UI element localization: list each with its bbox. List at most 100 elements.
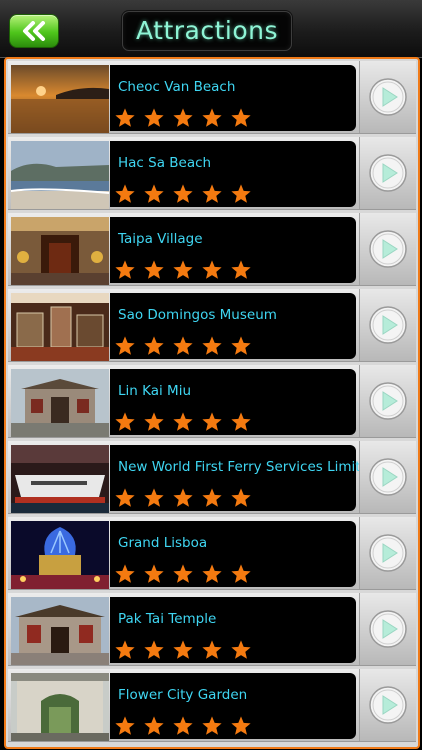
star-icon — [144, 336, 164, 355]
star-icon — [115, 488, 135, 507]
star-icon — [144, 640, 164, 659]
star-icon — [173, 108, 193, 127]
rating-stars — [114, 107, 259, 129]
play-arrow-icon[interactable] — [369, 306, 407, 344]
star-icon — [202, 640, 222, 659]
rating-stars — [114, 259, 259, 281]
attraction-name: Cheoc Van Beach — [118, 79, 236, 95]
item-info: Hac Sa Beach — [110, 141, 356, 207]
attraction-photo — [11, 521, 109, 589]
item-info: Flower City Garden — [110, 673, 356, 739]
star-icon — [231, 184, 251, 203]
list-item[interactable]: Sao Domingos Museum — [8, 289, 416, 362]
rating-stars — [114, 715, 259, 737]
item-info: New World First Ferry Services Limited — [110, 445, 377, 511]
item-info: Sao Domingos Museum — [110, 293, 356, 359]
item-info: Lin Kai Miu — [110, 369, 356, 435]
attraction-photo — [11, 369, 109, 437]
rating-stars — [114, 639, 259, 661]
star-icon — [202, 412, 222, 431]
star-icon — [144, 108, 164, 127]
play-arrow-icon[interactable] — [369, 78, 407, 116]
star-icon — [173, 336, 193, 355]
attraction-name: Sao Domingos Museum — [118, 307, 277, 323]
attraction-name: Grand Lisboa — [118, 535, 208, 551]
star-icon — [173, 716, 193, 735]
star-icon — [202, 336, 222, 355]
attraction-photo — [11, 217, 109, 285]
star-icon — [115, 716, 135, 735]
rating-stars — [114, 411, 259, 433]
item-info: Cheoc Van Beach — [110, 65, 356, 131]
play-arrow-icon[interactable] — [369, 154, 407, 192]
star-icon — [115, 260, 135, 279]
list-item[interactable]: Pak Tai Temple — [8, 593, 416, 666]
attraction-photo — [11, 65, 109, 133]
attraction-name: Taipa Village — [118, 231, 203, 247]
attraction-photo — [11, 293, 109, 361]
attraction-name: Lin Kai Miu — [118, 383, 192, 399]
attraction-photo — [11, 597, 109, 665]
rating-stars — [114, 487, 259, 509]
star-icon — [115, 108, 135, 127]
star-icon — [144, 488, 164, 507]
list-item[interactable]: Cheoc Van Beach — [8, 61, 416, 134]
play-arrow-icon[interactable] — [369, 382, 407, 420]
detail-cell — [359, 61, 416, 133]
play-arrow-icon[interactable] — [369, 458, 407, 496]
star-icon — [202, 716, 222, 735]
attraction-photo — [11, 673, 109, 741]
star-icon — [231, 640, 251, 659]
star-icon — [115, 412, 135, 431]
star-icon — [173, 260, 193, 279]
attractions-list[interactable]: Cheoc Van Beach Hac Sa Beach Taipa Villa… — [4, 57, 420, 749]
title-box: Attractions — [122, 11, 292, 51]
detail-cell — [359, 441, 416, 513]
star-icon — [231, 716, 251, 735]
list-item[interactable]: Hac Sa Beach — [8, 137, 416, 210]
star-icon — [231, 336, 251, 355]
attraction-name: Pak Tai Temple — [118, 611, 217, 627]
star-icon — [202, 108, 222, 127]
back-button[interactable] — [9, 14, 59, 48]
detail-cell — [359, 517, 416, 589]
list-item[interactable]: Flower City Garden — [8, 669, 416, 742]
rating-stars — [114, 183, 259, 205]
star-icon — [144, 412, 164, 431]
star-icon — [173, 488, 193, 507]
list-item[interactable]: New World First Ferry Services Limited — [8, 441, 416, 514]
rating-stars — [114, 335, 259, 357]
play-arrow-icon[interactable] — [369, 610, 407, 648]
star-icon — [144, 260, 164, 279]
star-icon — [144, 184, 164, 203]
star-icon — [202, 564, 222, 583]
star-icon — [231, 260, 251, 279]
attraction-photo — [11, 445, 109, 513]
detail-cell — [359, 137, 416, 209]
attraction-photo — [11, 141, 109, 209]
star-icon — [115, 184, 135, 203]
rating-stars — [114, 563, 259, 585]
star-icon — [231, 412, 251, 431]
star-icon — [115, 564, 135, 583]
play-arrow-icon[interactable] — [369, 686, 407, 724]
list-item[interactable]: Taipa Village — [8, 213, 416, 286]
star-icon — [173, 412, 193, 431]
star-icon — [115, 640, 135, 659]
detail-cell — [359, 669, 416, 741]
star-icon — [144, 716, 164, 735]
star-icon — [202, 260, 222, 279]
detail-cell — [359, 289, 416, 361]
star-icon — [173, 184, 193, 203]
star-icon — [144, 564, 164, 583]
attraction-name: Flower City Garden — [118, 687, 248, 703]
play-arrow-icon[interactable] — [369, 534, 407, 572]
list-item[interactable]: Lin Kai Miu — [8, 365, 416, 438]
star-icon — [173, 564, 193, 583]
double-chevron-left-icon — [23, 21, 45, 41]
page-title: Attractions — [135, 16, 279, 45]
star-icon — [231, 564, 251, 583]
star-icon — [231, 108, 251, 127]
list-item[interactable]: Grand Lisboa — [8, 517, 416, 590]
play-arrow-icon[interactable] — [369, 230, 407, 268]
